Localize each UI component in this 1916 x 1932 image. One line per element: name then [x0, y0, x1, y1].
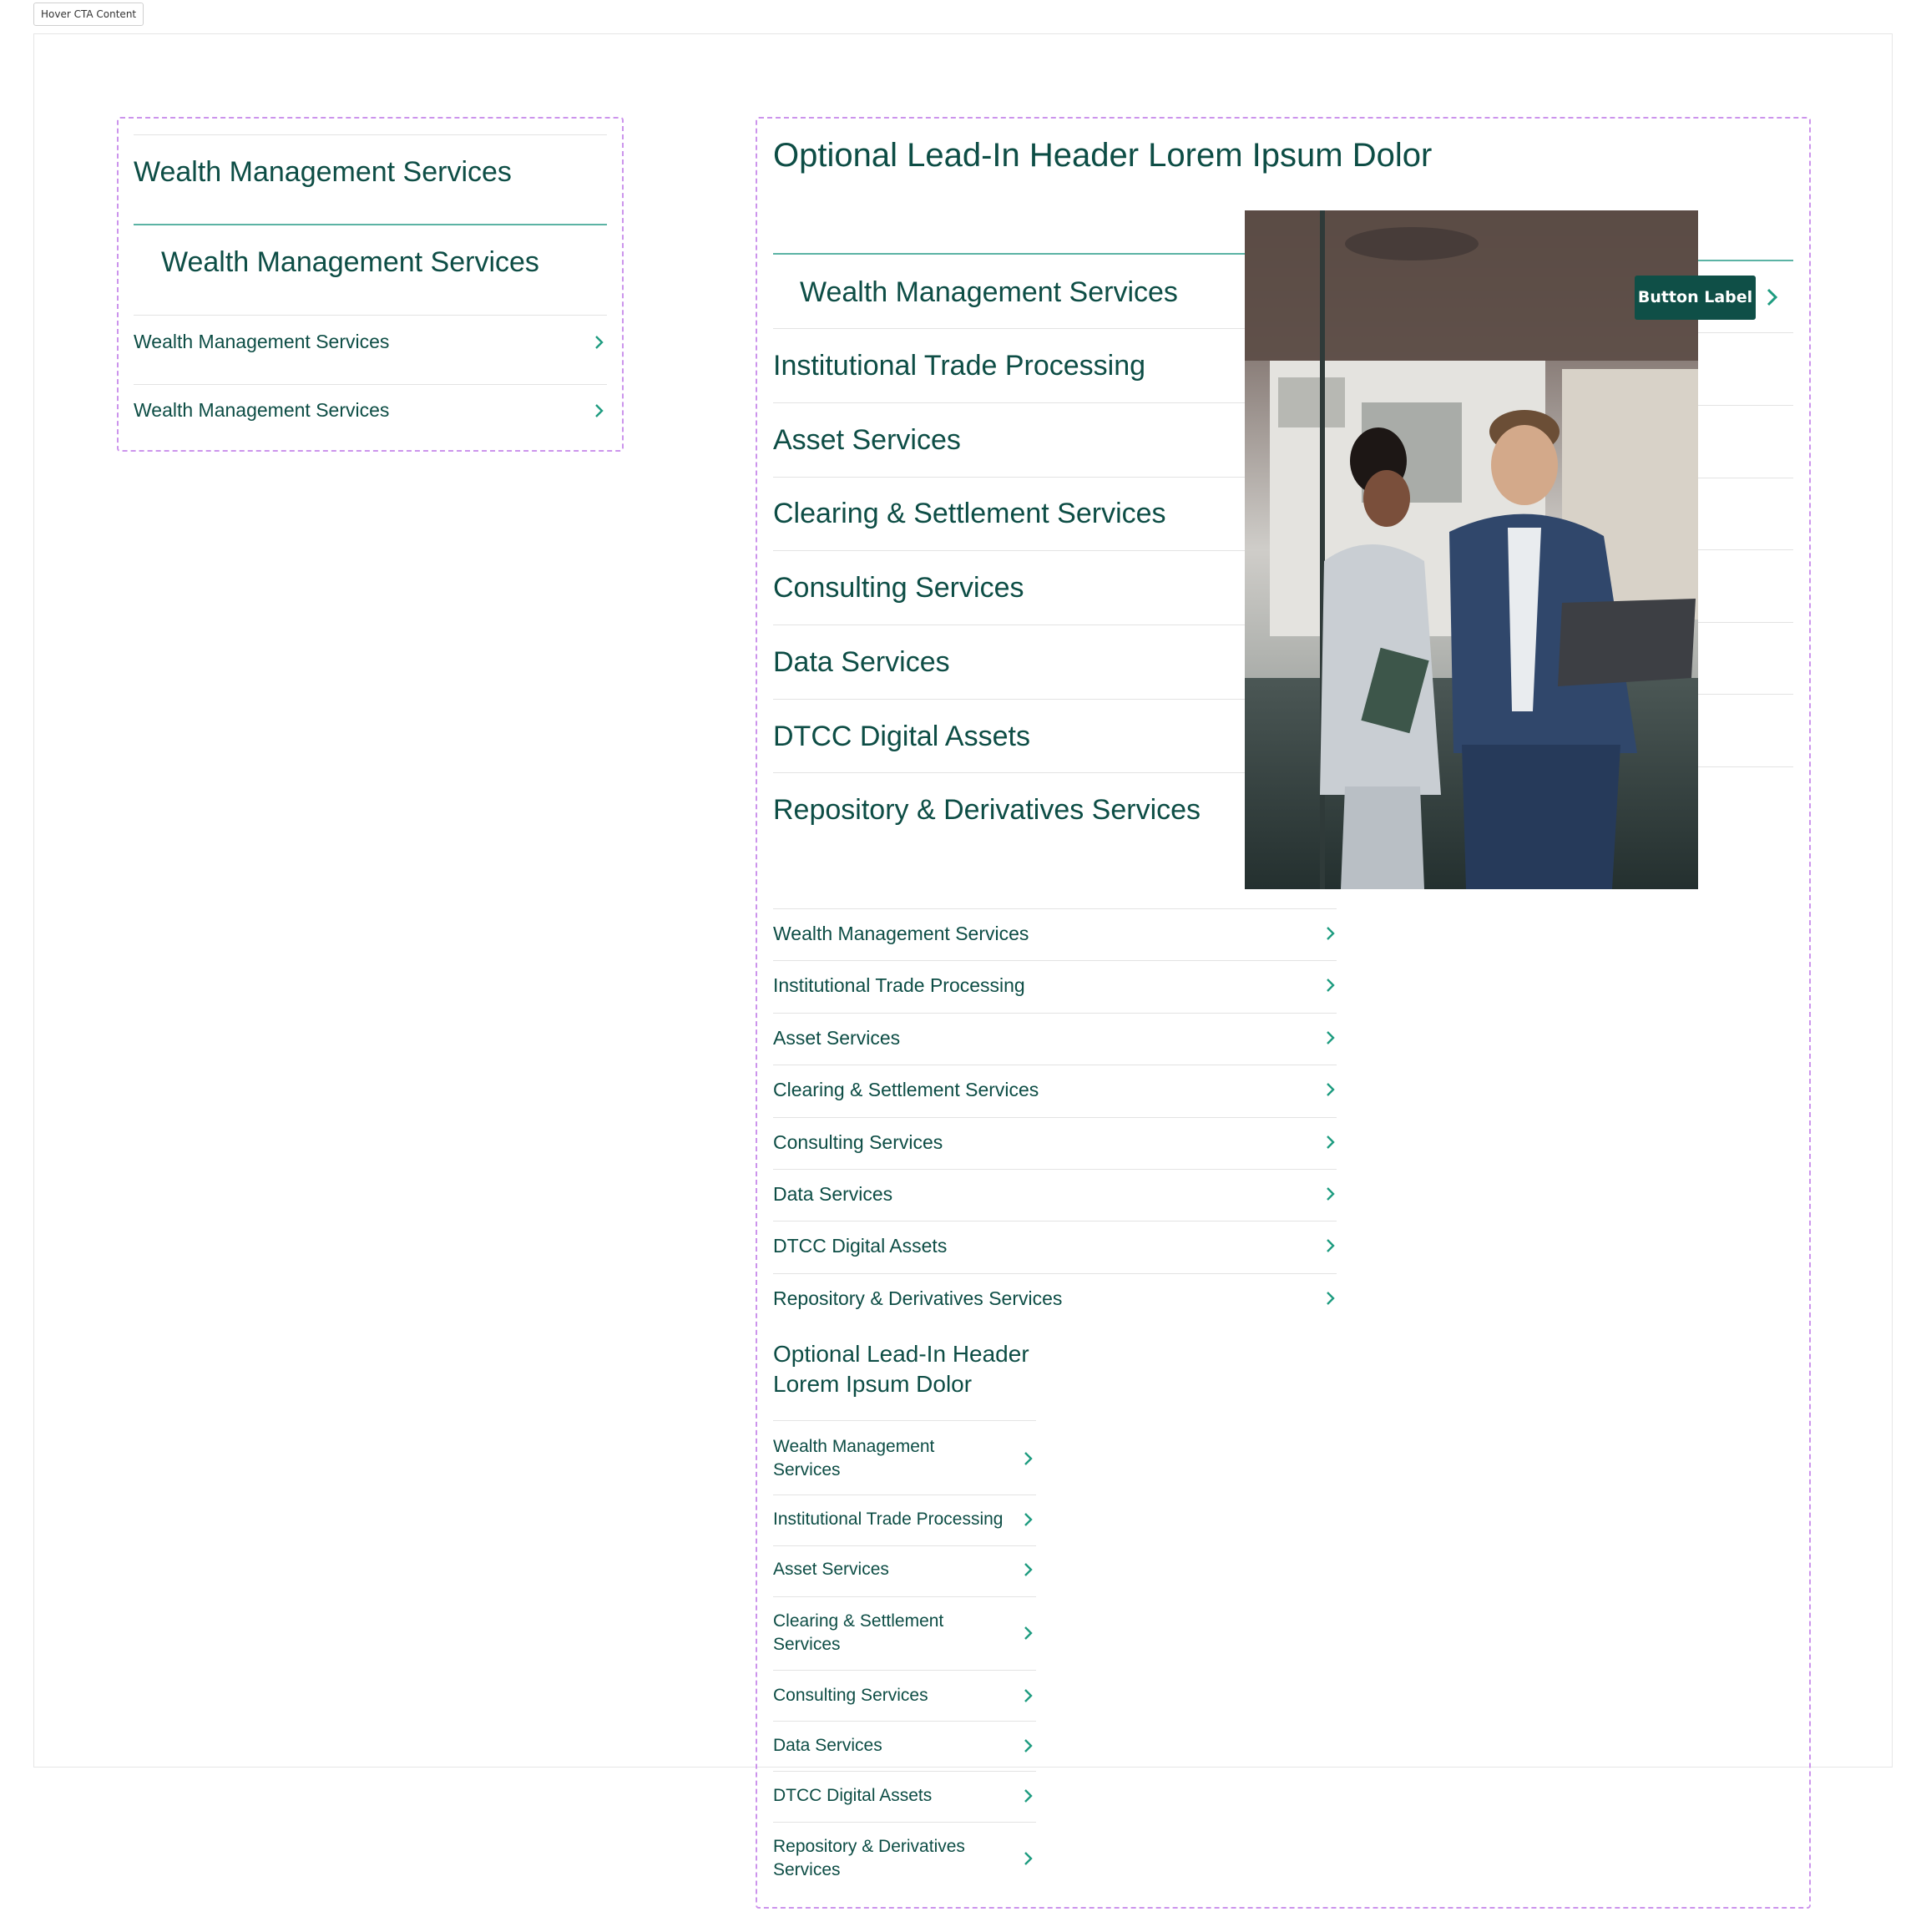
narrow-service-link-line: Institutional Trade Processing: [773, 1510, 1003, 1529]
chevron-right-icon: [1019, 1786, 1039, 1806]
chevron-right-icon: [1321, 1080, 1341, 1100]
narrow-service-link-line: Asset Services: [773, 1560, 889, 1579]
chevron-right-icon: [1019, 1623, 1039, 1643]
divider: [773, 1670, 1036, 1671]
divider: [1698, 332, 1793, 333]
narrow-service-link-line: DTCC Digital Assets: [773, 1786, 933, 1805]
narrow-service-link-line: Data Services: [773, 1736, 882, 1755]
divider: [773, 1771, 1036, 1772]
divider: [773, 477, 1245, 478]
divider: [134, 315, 607, 316]
divider-active: [773, 253, 1245, 255]
chevron-right-icon: [1019, 1449, 1039, 1469]
narrow-service-link-line: Services: [773, 1860, 841, 1879]
chevron-right-icon: [1321, 1184, 1341, 1204]
divider: [1698, 694, 1793, 695]
service-item-large[interactable]: DTCC Digital Assets: [773, 720, 1030, 753]
service-item-large[interactable]: Consulting Services: [773, 571, 1024, 604]
narrow-service-link-line: Consulting Services: [773, 1686, 928, 1705]
narrow-service-link[interactable]: DTCC Digital Assets: [773, 1784, 1015, 1808]
divider: [134, 384, 607, 385]
divider: [1698, 766, 1793, 767]
service-link[interactable]: Consulting Services: [773, 1130, 943, 1154]
narrow-service-link[interactable]: Asset Services: [773, 1558, 1015, 1581]
service-item-large[interactable]: Clearing & Settlement Services: [773, 497, 1166, 530]
divider-active: [134, 224, 607, 225]
chevron-right-icon[interactable]: [1762, 287, 1782, 307]
cta-button[interactable]: Button Label: [1635, 276, 1756, 320]
narrow-service-link[interactable]: Wealth Management Services: [773, 1435, 1015, 1482]
divider: [773, 550, 1245, 551]
narrow-service-link[interactable]: Repository & Derivatives Services: [773, 1835, 1015, 1882]
service-link[interactable]: Asset Services: [773, 1026, 900, 1049]
divider: [1698, 549, 1793, 550]
divider: [773, 1013, 1337, 1014]
narrow-service-link-line: Services: [773, 1460, 841, 1479]
service-link[interactable]: Clearing & Settlement Services: [773, 1078, 1039, 1101]
divider: [773, 1169, 1337, 1170]
service-item-large[interactable]: Data Services: [773, 645, 950, 679]
chevron-right-icon: [1321, 1288, 1341, 1308]
service-item-large[interactable]: Repository & Derivatives Services: [773, 793, 1201, 827]
chevron-right-icon: [1321, 975, 1341, 995]
hover-item-label[interactable]: Wealth Management Services: [800, 276, 1178, 309]
chevron-right-icon: [1019, 1849, 1039, 1869]
service-link[interactable]: Wealth Management Services: [773, 922, 1029, 945]
chevron-right-icon: [589, 401, 609, 421]
service-link[interactable]: DTCC Digital Assets: [773, 1234, 947, 1257]
left-heading-indented[interactable]: Wealth Management Services: [161, 245, 539, 279]
narrow-service-link-line: Wealth Management: [773, 1437, 935, 1456]
divider: [1698, 405, 1793, 406]
left-link[interactable]: Wealth Management Services: [134, 398, 389, 422]
divider: [773, 1273, 1337, 1274]
lead-in-header: Optional Lead-In Header Lorem Ipsum Dolo…: [773, 137, 1433, 174]
divider: [773, 1721, 1036, 1722]
chevron-right-icon: [1321, 1028, 1341, 1048]
divider: [773, 1545, 1036, 1546]
chevron-right-icon: [1019, 1686, 1039, 1706]
feature-image: [1245, 210, 1698, 889]
narrow-service-link[interactable]: Data Services: [773, 1734, 1015, 1758]
service-item-large[interactable]: Asset Services: [773, 423, 961, 457]
divider: [773, 699, 1245, 700]
narrow-service-link[interactable]: Institutional Trade Processing: [773, 1508, 1015, 1531]
chevron-right-icon: [589, 332, 609, 352]
narrow-service-link-line: Clearing & Settlement: [773, 1611, 944, 1631]
service-link[interactable]: Repository & Derivatives Services: [773, 1287, 1062, 1310]
narrow-service-link[interactable]: Clearing & Settlement Services: [773, 1610, 1015, 1656]
narrow-service-link-line: Repository & Derivatives: [773, 1837, 965, 1856]
divider: [773, 908, 1337, 909]
divider: [134, 134, 607, 135]
service-link[interactable]: Institutional Trade Processing: [773, 974, 1025, 997]
divider: [773, 1822, 1036, 1823]
divider: [773, 772, 1245, 773]
service-link[interactable]: Data Services: [773, 1182, 892, 1206]
chevron-right-icon: [1321, 1132, 1341, 1152]
divider: [1698, 622, 1793, 623]
left-link[interactable]: Wealth Management Services: [134, 330, 389, 353]
chevron-right-icon: [1321, 1236, 1341, 1256]
divider-active: [1698, 260, 1793, 261]
divider: [773, 402, 1245, 403]
narrow-service-link-line: Services: [773, 1635, 841, 1654]
chevron-right-icon: [1019, 1510, 1039, 1530]
divider: [773, 1117, 1337, 1118]
divider: [773, 1420, 1036, 1421]
narrow-lead-in-header: Optional Lead-In Header Lorem Ipsum Dolo…: [773, 1341, 1029, 1397]
story-tab[interactable]: Hover CTA Content: [33, 3, 144, 26]
divider: [773, 328, 1245, 329]
narrow-service-link[interactable]: Consulting Services: [773, 1684, 1015, 1707]
chevron-right-icon: [1019, 1560, 1039, 1580]
service-item-large[interactable]: Institutional Trade Processing: [773, 349, 1145, 382]
divider: [773, 960, 1337, 961]
chevron-right-icon: [1321, 923, 1341, 943]
divider: [773, 1596, 1036, 1597]
left-heading[interactable]: Wealth Management Services: [134, 155, 512, 189]
chevron-right-icon: [1019, 1736, 1039, 1756]
